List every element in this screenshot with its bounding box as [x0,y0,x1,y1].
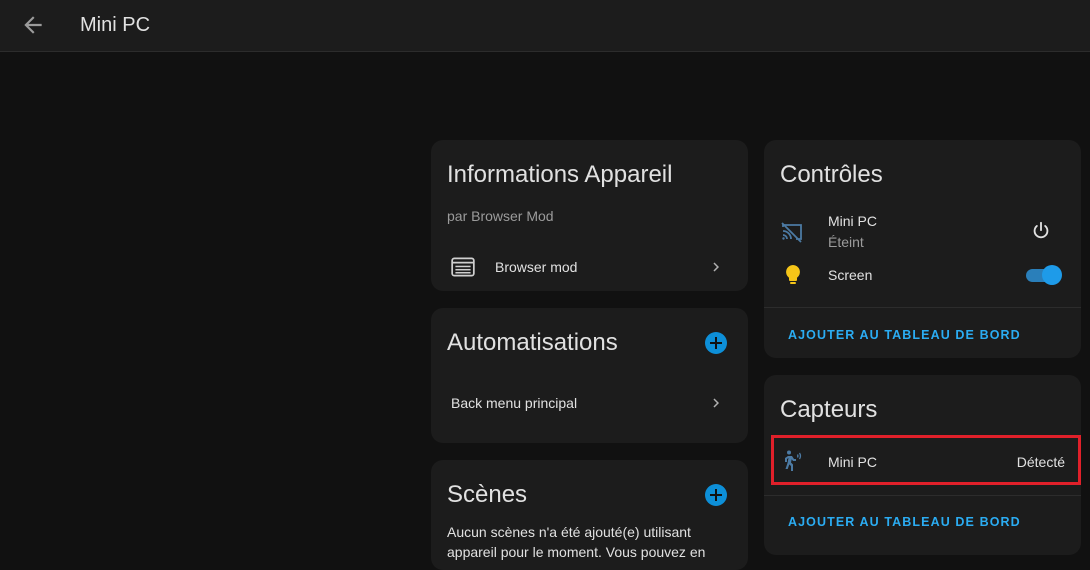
card-divider [764,307,1081,308]
controls-title: Contrôles [780,161,883,188]
scenes-empty-text-line1: Aucun scènes n'a été ajouté(e) utilisant [447,524,691,540]
add-to-dashboard-button[interactable]: AJOUTER AU TABLEAU DE BORD [788,515,1021,529]
integration-label: Browser mod [495,259,578,275]
scenes-title: Scènes [447,481,528,508]
back-arrow-icon[interactable] [20,12,46,38]
lightbulb-icon [786,265,800,284]
add-scene-icon[interactable] [705,484,727,506]
control-name: Mini PC [828,213,878,229]
screen-toggle[interactable] [1024,265,1062,285]
add-automation-icon[interactable] [705,332,727,354]
power-icon[interactable] [1030,220,1052,242]
top-app-bar: Mini PC [0,0,1090,52]
sensors-title: Capteurs [780,396,878,423]
highlight-box [771,435,1081,485]
control-name: Screen [828,267,873,283]
scenes-empty-text-line2: appareil pour le moment. Vous pouvez en [447,544,706,560]
device-info-card: Informations Appareil par Browser Mod Br… [431,140,748,291]
control-state: Éteint [828,234,864,250]
add-to-dashboard-button[interactable]: AJOUTER AU TABLEAU DE BORD [788,328,1021,342]
automations-title: Automatisations [447,329,618,356]
device-info-byline: par Browser Mod [447,208,554,224]
device-info-title: Informations Appareil [447,161,673,188]
automations-card: Automatisations Back menu principal [431,308,748,443]
chevron-right-icon [713,398,719,408]
scenes-card: Scènes Aucun scènes n'a été ajouté(e) ut… [431,460,748,570]
automation-label: Back menu principal [451,395,578,411]
browser-window-icon [451,257,475,277]
controls-card: Contrôles Mini PC Éteint Screen AJOUTER … [764,140,1081,358]
card-divider [764,495,1081,496]
chevron-right-icon [713,262,719,272]
page-title: Mini PC [80,14,151,36]
cast-off-icon [781,222,802,243]
control-row-screen[interactable]: Screen [764,260,1081,290]
control-row-mini-pc[interactable]: Mini PC Éteint [764,208,1081,252]
automation-row[interactable]: Back menu principal [431,388,748,418]
integration-row[interactable]: Browser mod [431,248,748,284]
